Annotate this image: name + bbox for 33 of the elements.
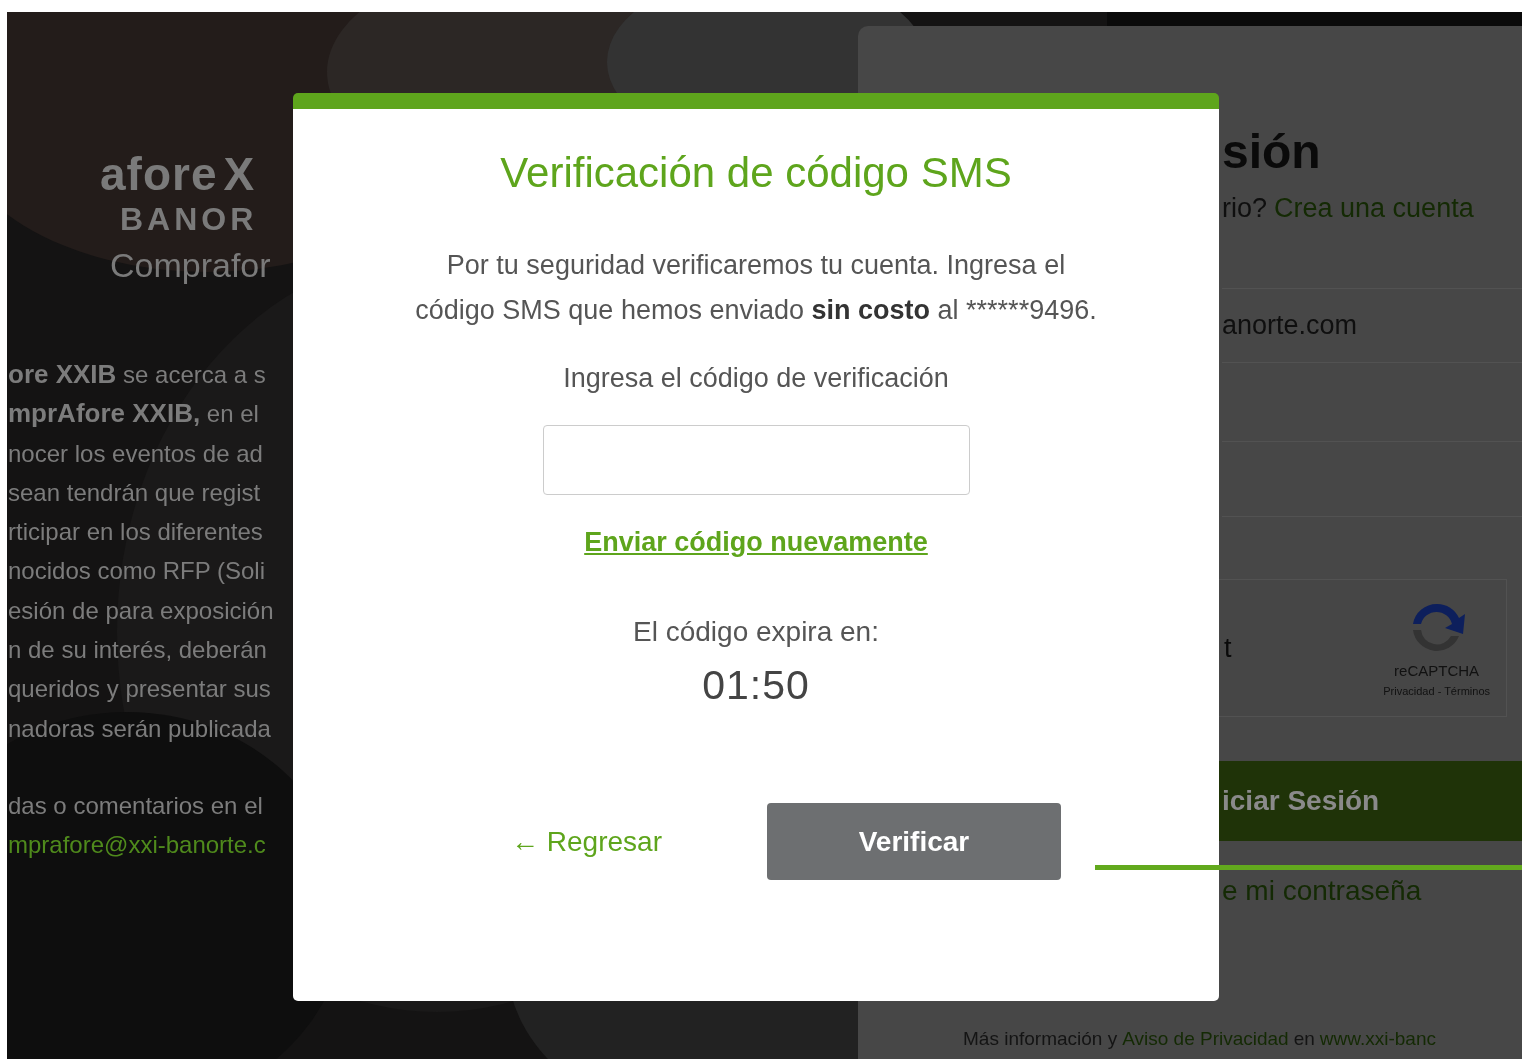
intro-text-line: ore XXIB se acerca a s (8, 358, 266, 391)
forgot-password-link[interactable]: e mi contraseña (1222, 875, 1422, 907)
logo-subtitle: Comprafor (110, 246, 271, 285)
expiry-label: El código expira en: (633, 616, 879, 648)
logo-text: BANOR (120, 201, 258, 238)
dialog-title: Verificación de código SMS (500, 149, 1012, 197)
countdown-timer: 01:50 (702, 662, 810, 709)
signup-prompt: rio? (1222, 193, 1268, 224)
intro-text-line: rticipar en los diferentes (8, 517, 263, 548)
resend-code-link[interactable]: Enviar código nuevamente (584, 527, 928, 558)
intro-text-line: mprAfore XXIB, en el (8, 397, 259, 431)
verify-button[interactable]: Verificar (766, 803, 1061, 880)
intro-text-line: n de su interés, deberán (8, 635, 267, 666)
code-label: Ingresa el código de verificación (563, 363, 949, 394)
intro-text-line: nocidos como RFP (Soli (8, 556, 265, 587)
card-title: sión (1222, 124, 1321, 179)
email-link[interactable]: mprafore@xxi-banorte.c (8, 825, 266, 865)
logo-text: afore (100, 147, 218, 201)
code-field[interactable] (542, 425, 970, 495)
dialog-message: Por tu seguridad verificaremos tu cuenta. Ingresa el código SMS que hemos enviado sin costo al ******9496. (414, 249, 1098, 327)
back-link[interactable]: ← Regresar (511, 825, 662, 858)
intro-text-line: sean tendrán que regist (8, 477, 261, 508)
intro-text-line: nocer los eventos de ad (8, 438, 263, 469)
logo-text: X (223, 147, 255, 201)
intro-text-line: queridos y presentar sus (8, 674, 271, 705)
website-link[interactable]: www.xxi-banc (1319, 1028, 1436, 1050)
contact-text: das o comentarios en el (8, 790, 263, 821)
intro-text-line: nadoras serán publicada (8, 713, 271, 744)
email-field[interactable]: anorte.com (1222, 310, 1358, 341)
privacy-link[interactable]: Aviso de Privacidad (1122, 1028, 1289, 1050)
intro-text-line: esión de para exposición (8, 595, 274, 626)
captcha-label: t (1224, 632, 1232, 664)
signup-link[interactable]: Crea una cuenta (1274, 193, 1474, 224)
